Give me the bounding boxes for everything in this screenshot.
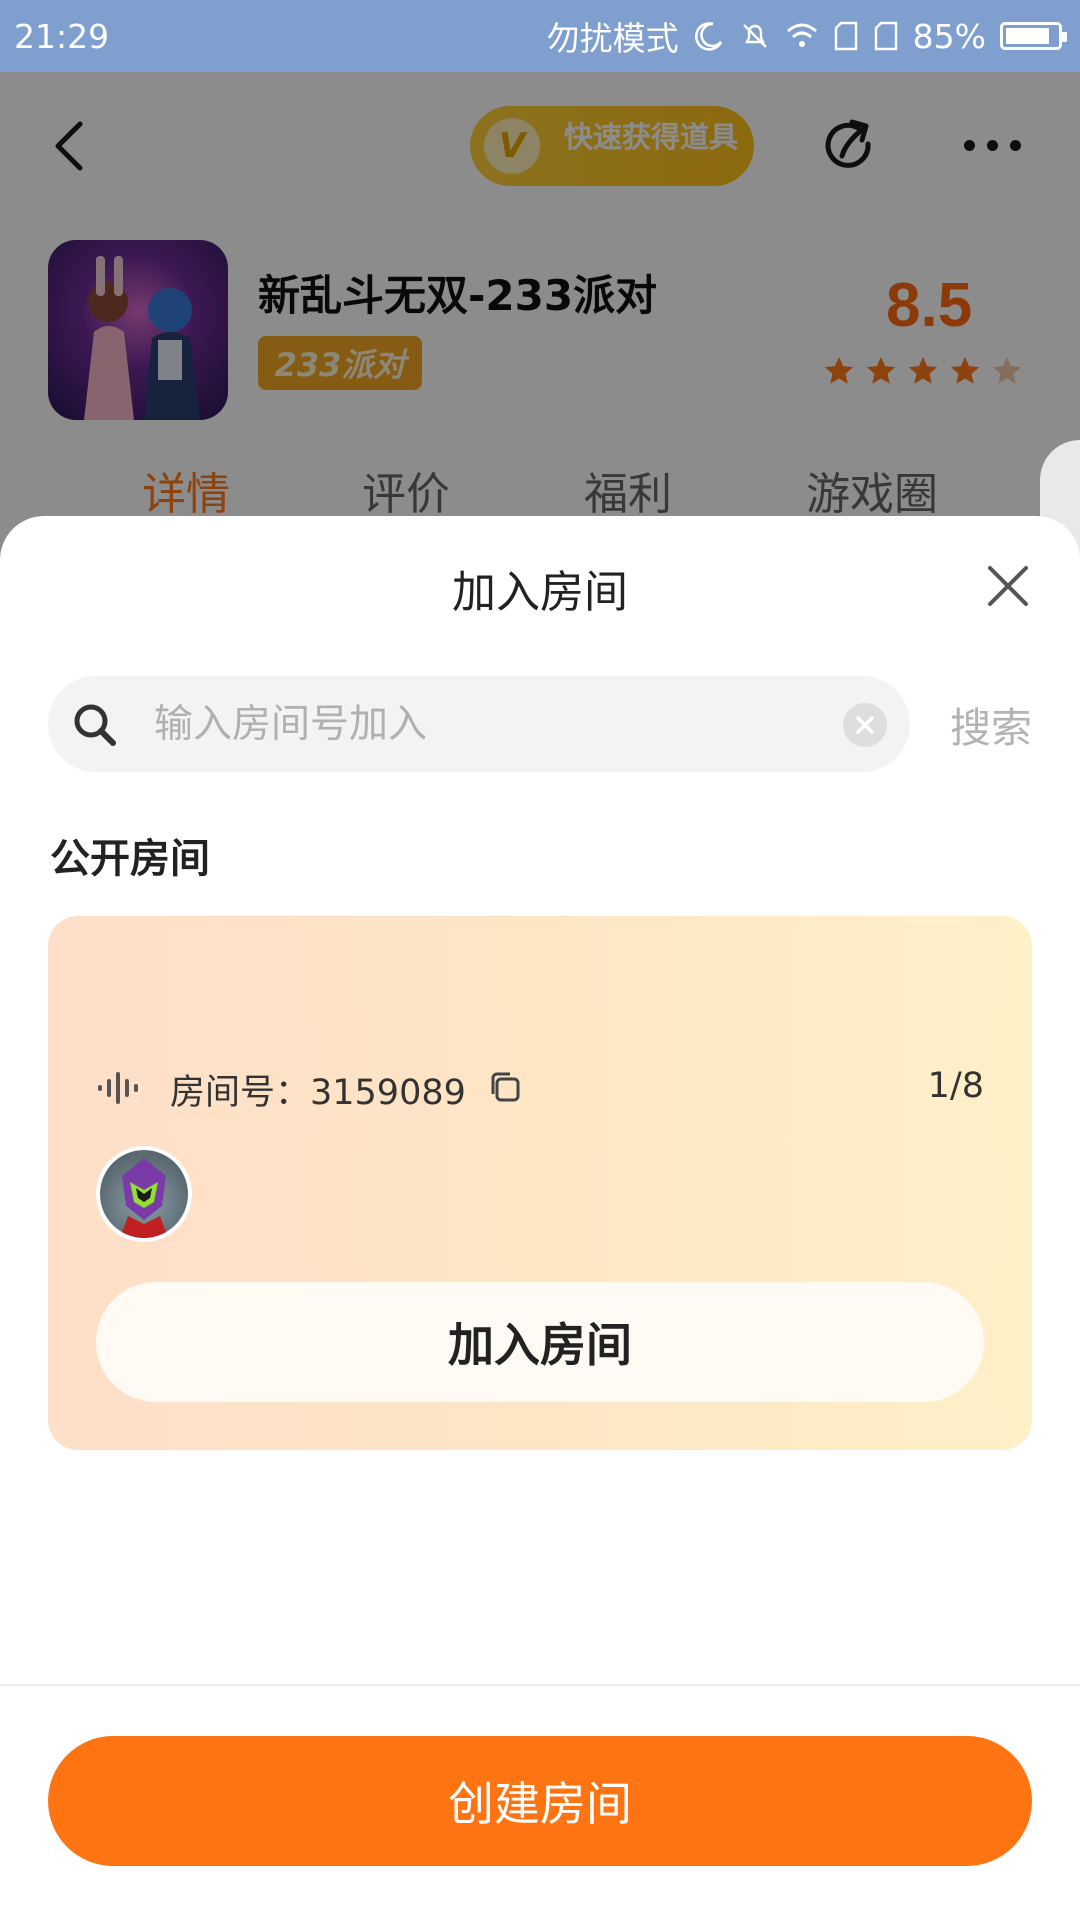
sheet-title: 加入房间: [452, 567, 628, 618]
public-rooms-heading: 公开房间: [50, 836, 210, 882]
copy-icon[interactable]: [488, 1070, 522, 1104]
bell-off-icon: [739, 20, 771, 52]
status-icons: 勿扰模式 85%: [546, 12, 1067, 60]
wifi-icon: [785, 21, 819, 51]
battery-fill: [1006, 28, 1049, 44]
room-number-label: 房间号：3159089: [170, 1073, 466, 1113]
status-time: 21:29: [14, 16, 110, 56]
room-card: 房间号：3159089 1/8 加入房间: [48, 916, 1032, 1450]
player-avatar[interactable]: [96, 1146, 192, 1242]
dnd-mode-label: 勿扰模式: [546, 19, 679, 58]
join-room-sheet: 加入房间 搜索 公开房间 房间号：3159089 1/8 加入房间 创: [0, 516, 1080, 1920]
close-icon[interactable]: [984, 562, 1032, 610]
search-box: [48, 676, 910, 772]
footer-divider: [0, 1684, 1080, 1686]
battery-icon: [1000, 22, 1067, 50]
create-room-button[interactable]: 创建房间: [48, 1736, 1032, 1866]
search-button[interactable]: 搜索: [950, 694, 1032, 754]
clear-input-icon[interactable]: [842, 702, 888, 748]
room-player-count: 1/8: [927, 1066, 984, 1106]
sim2-icon: [873, 20, 899, 52]
voice-wave-icon: [98, 1072, 138, 1104]
status-bar: 21:29 勿扰模式 85%: [0, 0, 1080, 72]
battery-percent: 85%: [912, 16, 986, 56]
room-number-input[interactable]: [154, 676, 834, 772]
join-room-button[interactable]: 加入房间: [96, 1282, 984, 1402]
sim1-icon: [833, 20, 859, 52]
search-icon: [74, 704, 116, 746]
moon-icon: [693, 20, 725, 52]
